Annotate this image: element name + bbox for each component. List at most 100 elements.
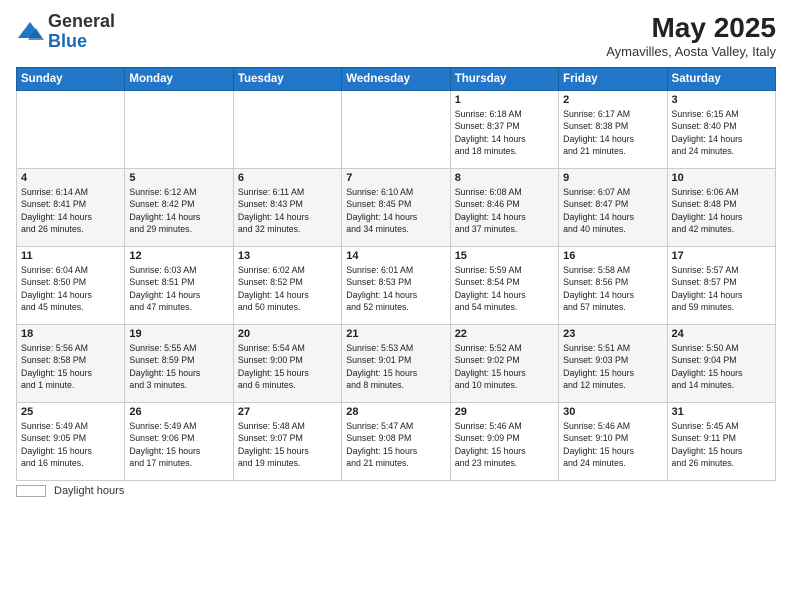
day-number: 4 xyxy=(21,172,120,184)
calendar-cell: 11 Sunrise: 6:04 AM Sunset: 8:50 PM Dayli… xyxy=(17,247,125,325)
calendar-cell: 3 Sunrise: 6:15 AM Sunset: 8:40 PM Daylig… xyxy=(667,91,775,169)
calendar-cell: 7Sunrise: 6:10 AM Sunset: 8:45 PM Daylig… xyxy=(342,169,450,247)
weekday-header-saturday: Saturday xyxy=(667,68,775,91)
calendar-cell: 25 Sunrise: 5:49 AM Sunset: 9:05 PM Dayli… xyxy=(17,403,125,481)
footer: Daylight hours xyxy=(16,485,776,497)
calendar-cell: 16Sunrise: 5:58 AM Sunset: 8:56 PM Dayli… xyxy=(559,247,667,325)
weekday-header-tuesday: Tuesday xyxy=(233,68,341,91)
logo-icon xyxy=(16,18,44,46)
day-info: Sunrise: 5:48 AM Sunset: 9:07 PM Dayligh… xyxy=(238,420,337,469)
day-info: Sunrise: 6:04 AM Sunset: 8:50 PM Dayligh… xyxy=(21,264,120,313)
day-info: Sunrise: 5:57 AM Sunset: 8:57 PM Dayligh… xyxy=(672,264,771,313)
day-info: Sunrise: 6:17 AM Sunset: 8:38 PM Dayligh… xyxy=(563,108,662,157)
day-info: Sunrise: 6:08 AM Sunset: 8:46 PM Dayligh… xyxy=(455,186,554,235)
month-title: May 2025 xyxy=(606,12,776,44)
day-number: 11 xyxy=(21,250,120,262)
day-info: Sunrise: 5:45 AM Sunset: 9:11 PM Dayligh… xyxy=(672,420,771,469)
day-number: 9 xyxy=(563,172,662,184)
calendar-cell: 14 Sunrise: 6:01 AM Sunset: 8:53 PM Dayli… xyxy=(342,247,450,325)
day-info: Sunrise: 6:14 AM Sunset: 8:41 PM Dayligh… xyxy=(21,186,120,235)
day-number: 18 xyxy=(21,328,120,340)
calendar-cell: 5Sunrise: 6:12 AM Sunset: 8:42 PM Daylig… xyxy=(125,169,233,247)
daylight-label: Daylight hours xyxy=(54,485,124,497)
weekday-header-row: SundayMondayTuesdayWednesdayThursdayFrid… xyxy=(17,68,776,91)
day-number: 15 xyxy=(455,250,554,262)
day-info: Sunrise: 5:52 AM Sunset: 9:02 PM Dayligh… xyxy=(455,342,554,391)
week-row-3: 11 Sunrise: 6:04 AM Sunset: 8:50 PM Dayli… xyxy=(17,247,776,325)
calendar-cell xyxy=(125,91,233,169)
week-row-5: 25 Sunrise: 5:49 AM Sunset: 9:05 PM Dayli… xyxy=(17,403,776,481)
calendar-cell: 1Sunrise: 6:18 AM Sunset: 8:37 PM Daylig… xyxy=(450,91,558,169)
week-row-4: 18Sunrise: 5:56 AM Sunset: 8:58 PM Dayli… xyxy=(17,325,776,403)
weekday-header-friday: Friday xyxy=(559,68,667,91)
day-number: 7 xyxy=(346,172,445,184)
day-number: 1 xyxy=(455,94,554,106)
calendar-cell: 6 Sunrise: 6:11 AM Sunset: 8:43 PM Daylig… xyxy=(233,169,341,247)
title-block: May 2025 Aymavilles, Aosta Valley, Italy xyxy=(606,12,776,59)
day-info: Sunrise: 5:54 AM Sunset: 9:00 PM Dayligh… xyxy=(238,342,337,391)
day-number: 13 xyxy=(238,250,337,262)
day-number: 8 xyxy=(455,172,554,184)
calendar-cell: 27 Sunrise: 5:48 AM Sunset: 9:07 PM Dayli… xyxy=(233,403,341,481)
day-info: Sunrise: 5:47 AM Sunset: 9:08 PM Dayligh… xyxy=(346,420,445,469)
day-info: Sunrise: 6:11 AM Sunset: 8:43 PM Dayligh… xyxy=(238,186,337,235)
day-number: 10 xyxy=(672,172,771,184)
day-info: Sunrise: 5:46 AM Sunset: 9:10 PM Dayligh… xyxy=(563,420,662,469)
day-number: 20 xyxy=(238,328,337,340)
day-number: 24 xyxy=(672,328,771,340)
calendar-cell: 23Sunrise: 5:51 AM Sunset: 9:03 PM Dayli… xyxy=(559,325,667,403)
day-number: 5 xyxy=(129,172,228,184)
calendar-cell: 18Sunrise: 5:56 AM Sunset: 8:58 PM Dayli… xyxy=(17,325,125,403)
day-info: Sunrise: 6:02 AM Sunset: 8:52 PM Dayligh… xyxy=(238,264,337,313)
day-info: Sunrise: 5:55 AM Sunset: 8:59 PM Dayligh… xyxy=(129,342,228,391)
day-number: 19 xyxy=(129,328,228,340)
page: General Blue May 2025 Aymavilles, Aosta … xyxy=(0,0,792,612)
day-info: Sunrise: 5:53 AM Sunset: 9:01 PM Dayligh… xyxy=(346,342,445,391)
week-row-1: 1Sunrise: 6:18 AM Sunset: 8:37 PM Daylig… xyxy=(17,91,776,169)
calendar-cell: 8 Sunrise: 6:08 AM Sunset: 8:46 PM Daylig… xyxy=(450,169,558,247)
calendar-cell: 24 Sunrise: 5:50 AM Sunset: 9:04 PM Dayli… xyxy=(667,325,775,403)
day-number: 30 xyxy=(563,406,662,418)
day-info: Sunrise: 5:50 AM Sunset: 9:04 PM Dayligh… xyxy=(672,342,771,391)
calendar-cell: 20 Sunrise: 5:54 AM Sunset: 9:00 PM Dayli… xyxy=(233,325,341,403)
day-number: 22 xyxy=(455,328,554,340)
day-info: Sunrise: 5:59 AM Sunset: 8:54 PM Dayligh… xyxy=(455,264,554,313)
day-info: Sunrise: 5:46 AM Sunset: 9:09 PM Dayligh… xyxy=(455,420,554,469)
header: General Blue May 2025 Aymavilles, Aosta … xyxy=(16,12,776,59)
calendar-cell: 30 Sunrise: 5:46 AM Sunset: 9:10 PM Dayli… xyxy=(559,403,667,481)
day-number: 14 xyxy=(346,250,445,262)
calendar-cell: 17 Sunrise: 5:57 AM Sunset: 8:57 PM Dayli… xyxy=(667,247,775,325)
calendar-cell xyxy=(342,91,450,169)
day-info: Sunrise: 5:49 AM Sunset: 9:05 PM Dayligh… xyxy=(21,420,120,469)
day-info: Sunrise: 6:06 AM Sunset: 8:48 PM Dayligh… xyxy=(672,186,771,235)
day-number: 21 xyxy=(346,328,445,340)
day-info: Sunrise: 5:51 AM Sunset: 9:03 PM Dayligh… xyxy=(563,342,662,391)
day-number: 29 xyxy=(455,406,554,418)
day-number: 31 xyxy=(672,406,771,418)
day-info: Sunrise: 6:15 AM Sunset: 8:40 PM Dayligh… xyxy=(672,108,771,157)
logo-general-text: General xyxy=(48,11,115,31)
week-row-2: 4 Sunrise: 6:14 AM Sunset: 8:41 PM Daylig… xyxy=(17,169,776,247)
day-number: 2 xyxy=(563,94,662,106)
location: Aymavilles, Aosta Valley, Italy xyxy=(606,44,776,59)
calendar-cell: 22 Sunrise: 5:52 AM Sunset: 9:02 PM Dayli… xyxy=(450,325,558,403)
calendar-cell: 19 Sunrise: 5:55 AM Sunset: 8:59 PM Dayli… xyxy=(125,325,233,403)
calendar-cell: 9Sunrise: 6:07 AM Sunset: 8:47 PM Daylig… xyxy=(559,169,667,247)
logo-text: General Blue xyxy=(48,12,115,52)
calendar-cell: 4 Sunrise: 6:14 AM Sunset: 8:41 PM Daylig… xyxy=(17,169,125,247)
day-number: 16 xyxy=(563,250,662,262)
day-number: 6 xyxy=(238,172,337,184)
day-number: 25 xyxy=(21,406,120,418)
day-number: 27 xyxy=(238,406,337,418)
day-info: Sunrise: 6:03 AM Sunset: 8:51 PM Dayligh… xyxy=(129,264,228,313)
calendar-cell: 21 Sunrise: 5:53 AM Sunset: 9:01 PM Dayli… xyxy=(342,325,450,403)
calendar-table: SundayMondayTuesdayWednesdayThursdayFrid… xyxy=(16,67,776,481)
day-info: Sunrise: 6:01 AM Sunset: 8:53 PM Dayligh… xyxy=(346,264,445,313)
calendar-cell: 15 Sunrise: 5:59 AM Sunset: 8:54 PM Dayli… xyxy=(450,247,558,325)
day-number: 17 xyxy=(672,250,771,262)
weekday-header-monday: Monday xyxy=(125,68,233,91)
calendar-cell: 31 Sunrise: 5:45 AM Sunset: 9:11 PM Dayli… xyxy=(667,403,775,481)
weekday-header-thursday: Thursday xyxy=(450,68,558,91)
weekday-header-sunday: Sunday xyxy=(17,68,125,91)
day-number: 3 xyxy=(672,94,771,106)
